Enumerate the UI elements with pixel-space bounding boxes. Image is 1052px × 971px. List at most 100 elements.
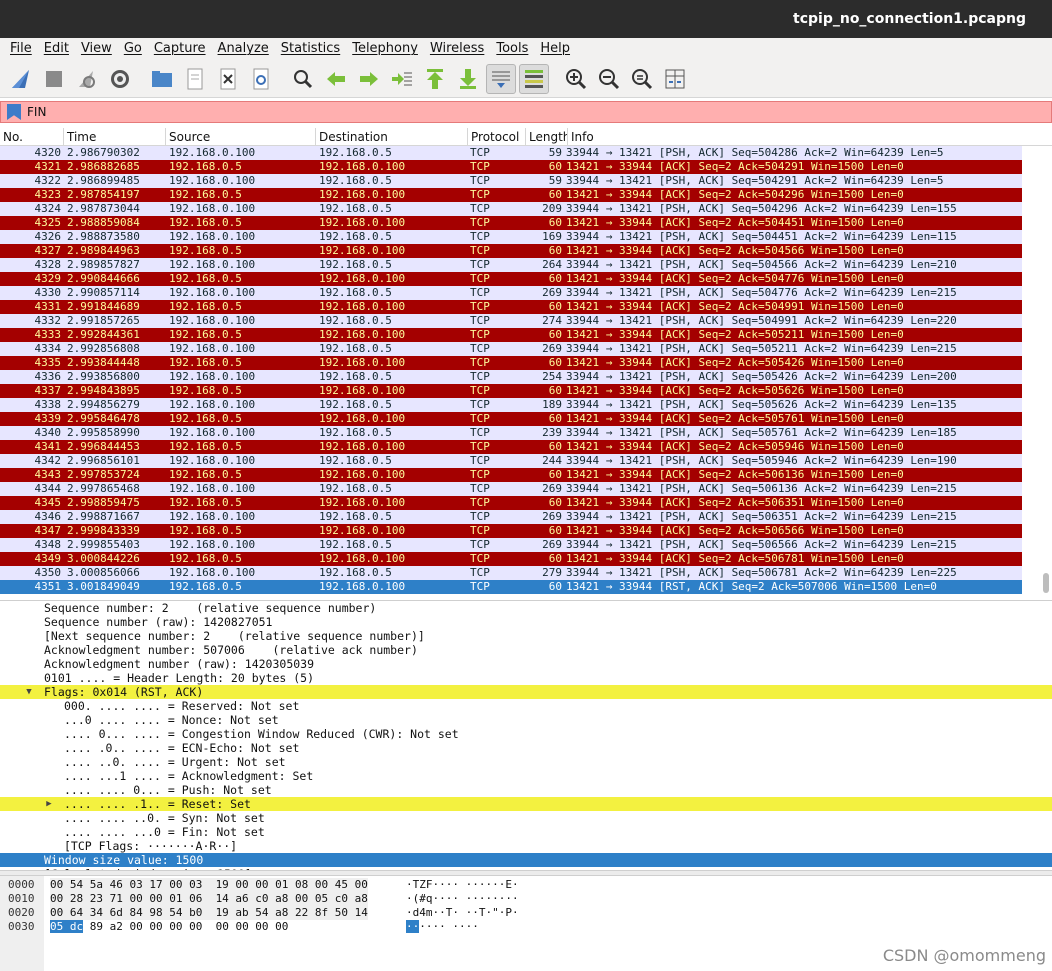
packet-row[interactable]: 4337 2.994843895 192.168.0.5 192.168.0.100 T…	[0, 384, 1022, 398]
packet-row[interactable]: 4326 2.988873580 192.168.0.100 192.168.0.5 T…	[0, 230, 1022, 244]
bookmark-icon[interactable]	[7, 104, 21, 120]
open-folder-icon[interactable]	[147, 64, 177, 94]
packet-row[interactable]: 4339 2.995846478 192.168.0.5 192.168.0.100 T…	[0, 412, 1022, 426]
bytes-ascii[interactable]: ·(#q···· ········	[406, 892, 519, 906]
detail-line[interactable]: Sequence number: 2 (relative sequence nu…	[0, 601, 1052, 615]
packet-row[interactable]: 4345 2.998859475 192.168.0.5 192.168.0.100 T…	[0, 496, 1022, 510]
detail-line[interactable]: Sequence number (raw): 1420827051	[0, 615, 1052, 629]
goto-packet-icon[interactable]	[387, 64, 417, 94]
menu-help[interactable]: Help	[534, 38, 576, 60]
packet-list-scrollbar[interactable]	[1022, 146, 1052, 595]
packet-row[interactable]: 4349 3.000844226 192.168.0.5 192.168.0.100 T…	[0, 552, 1022, 566]
column-destination[interactable]: Destination	[316, 128, 468, 145]
bytes-ascii[interactable]: ······ ····	[406, 920, 479, 934]
display-filter-bar[interactable]: FIN	[0, 101, 1052, 123]
bytes-hex[interactable]: 05 dc 89 a2 00 00 00 00 00 00 00 00	[50, 920, 288, 934]
back-arrow-icon[interactable]	[321, 64, 351, 94]
reload-icon[interactable]	[246, 64, 276, 94]
zoom-reset-icon[interactable]	[627, 64, 657, 94]
bytes-hex-selected[interactable]: 05 dc	[50, 920, 84, 933]
detail-line[interactable]: Acknowledgment number (raw): 1420305039	[0, 657, 1052, 671]
detail-line[interactable]: ▶ .... .... .1.. = Reset: Set	[0, 797, 1052, 811]
first-packet-icon[interactable]	[420, 64, 450, 94]
bytes-hex[interactable]: 00 54 5a 46 03 17 00 03 19 00 00 01 08 0…	[50, 878, 368, 892]
packet-row[interactable]: 4325 2.988859084 192.168.0.5 192.168.0.100 T…	[0, 216, 1022, 230]
autoscroll-icon[interactable]	[486, 63, 516, 94]
bytes-ascii[interactable]: ·TZF···· ······E·	[406, 878, 519, 892]
detail-line[interactable]: 0101 .... = Header Length: 20 bytes (5)	[0, 671, 1052, 685]
packet-row[interactable]: 4333 2.992844361 192.168.0.5 192.168.0.100 T…	[0, 328, 1022, 342]
menu-go[interactable]: Go	[118, 38, 148, 60]
detail-line[interactable]: .... ..0. .... = Urgent: Not set	[0, 755, 1052, 769]
menu-capture[interactable]: Capture	[148, 38, 212, 60]
menu-file[interactable]: File	[4, 38, 38, 60]
packet-row[interactable]: 4327 2.989844963 192.168.0.5 192.168.0.100 T…	[0, 244, 1022, 258]
detail-line[interactable]: .... ...1 .... = Acknowledgment: Set	[0, 769, 1052, 783]
packet-row[interactable]: 4330 2.990857114 192.168.0.100 192.168.0.5 T…	[0, 286, 1022, 300]
menu-statistics[interactable]: Statistics	[275, 38, 346, 60]
shark-fin-start-icon[interactable]	[6, 64, 36, 94]
column-time[interactable]: Time	[64, 128, 166, 145]
detail-line[interactable]: [Next sequence number: 2 (relative seque…	[0, 629, 1052, 643]
colorize-icon[interactable]	[519, 63, 549, 94]
last-packet-icon[interactable]	[453, 64, 483, 94]
packet-row[interactable]: 4341 2.996844453 192.168.0.5 192.168.0.100 T…	[0, 440, 1022, 454]
packet-row[interactable]: 4334 2.992856808 192.168.0.100 192.168.0.5 T…	[0, 342, 1022, 356]
menu-telephony[interactable]: Telephony	[346, 38, 424, 60]
packet-row[interactable]: 4351 3.001849049 192.168.0.5 192.168.0.100 T…	[0, 580, 1022, 594]
packet-row[interactable]: 4329 2.990844666 192.168.0.5 192.168.0.100 T…	[0, 272, 1022, 286]
find-icon[interactable]	[288, 64, 318, 94]
packet-row[interactable]: 4320 2.986790302 192.168.0.100 192.168.0.5 T…	[0, 146, 1022, 160]
packet-row[interactable]: 4342 2.996856101 192.168.0.100 192.168.0.5 T…	[0, 454, 1022, 468]
detail-line[interactable]: .... .... ..0. = Syn: Not set	[0, 811, 1052, 825]
detail-line[interactable]: Window size value: 1500	[0, 853, 1052, 867]
scrollbar-thumb[interactable]	[1043, 573, 1049, 593]
restart-icon[interactable]	[72, 64, 102, 94]
packet-row[interactable]: 4348 2.999855403 192.168.0.100 192.168.0.5 T…	[0, 538, 1022, 552]
resize-columns-icon[interactable]	[660, 64, 690, 94]
packet-row[interactable]: 4335 2.993844448 192.168.0.5 192.168.0.100 T…	[0, 356, 1022, 370]
detail-line[interactable]: [TCP Flags: ·······A·R··]	[0, 839, 1052, 853]
close-file-icon[interactable]	[213, 64, 243, 94]
menu-edit[interactable]: Edit	[38, 38, 75, 60]
detail-line[interactable]: Acknowledgment number: 507006 (relative …	[0, 643, 1052, 657]
packet-row[interactable]: 4346 2.998871667 192.168.0.100 192.168.0.5 T…	[0, 510, 1022, 524]
menu-analyze[interactable]: Analyze	[212, 38, 275, 60]
detail-line[interactable]: .... .... 0... = Push: Not set	[0, 783, 1052, 797]
bytes-hex[interactable]: 00 28 23 71 00 00 01 06 14 a6 c0 a8 00 0…	[50, 892, 368, 906]
detail-line[interactable]: .... .... ...0 = Fin: Not set	[0, 825, 1052, 839]
packet-row[interactable]: 4323 2.987854197 192.168.0.5 192.168.0.100 T…	[0, 188, 1022, 202]
packet-row[interactable]: 4331 2.991844689 192.168.0.5 192.168.0.100 T…	[0, 300, 1022, 314]
menu-wireless[interactable]: Wireless	[424, 38, 490, 60]
packet-row[interactable]: 4343 2.997853724 192.168.0.5 192.168.0.100 T…	[0, 468, 1022, 482]
detail-line[interactable]: ▼ Flags: 0x014 (RST, ACK)	[0, 685, 1052, 699]
zoom-in-icon[interactable]	[561, 64, 591, 94]
stop-icon[interactable]	[39, 64, 69, 94]
display-filter-input[interactable]: FIN	[27, 105, 46, 119]
zoom-out-icon[interactable]	[594, 64, 624, 94]
detail-line[interactable]: .... .0.. .... = ECN-Echo: Not set	[0, 741, 1052, 755]
menu-tools[interactable]: Tools	[490, 38, 534, 60]
bytes-ascii-selected[interactable]: ··	[406, 920, 420, 933]
packet-row[interactable]: 4328 2.989857827 192.168.0.100 192.168.0.5 T…	[0, 258, 1022, 272]
options-gear-icon[interactable]	[105, 64, 135, 94]
forward-arrow-icon[interactable]	[354, 64, 384, 94]
bytes-ascii[interactable]: ·d4m··T· ··T·"·P·	[406, 906, 519, 920]
expanded-arrow-icon[interactable]: ▼	[24, 685, 34, 699]
bytes-hex[interactable]: 00 64 34 6d 84 98 54 b0 19 ab 54 a8 22 8…	[50, 906, 368, 920]
packet-row[interactable]: 4322 2.986899485 192.168.0.100 192.168.0.5 T…	[0, 174, 1022, 188]
save-file-icon[interactable]	[180, 64, 210, 94]
detail-line[interactable]: 000. .... .... = Reserved: Not set	[0, 699, 1052, 713]
column-protocol[interactable]: Protocol	[468, 128, 526, 145]
column-length[interactable]: Length	[526, 128, 568, 145]
detail-line[interactable]: .... 0... .... = Congestion Window Reduc…	[0, 727, 1052, 741]
column-info[interactable]: Info	[568, 128, 1024, 145]
packet-row[interactable]: 4347 2.999843339 192.168.0.5 192.168.0.100 T…	[0, 524, 1022, 538]
packet-row[interactable]: 4340 2.995858990 192.168.0.100 192.168.0.5 T…	[0, 426, 1022, 440]
collapsed-arrow-icon[interactable]: ▶	[44, 797, 54, 811]
detail-line[interactable]: ...0 .... .... = Nonce: Not set	[0, 713, 1052, 727]
packet-row[interactable]: 4332 2.991857265 192.168.0.100 192.168.0.5 T…	[0, 314, 1022, 328]
packet-row[interactable]: 4321 2.986882685 192.168.0.5 192.168.0.100 T…	[0, 160, 1022, 174]
column-source[interactable]: Source	[166, 128, 316, 145]
packet-row[interactable]: 4336 2.993856800 192.168.0.100 192.168.0.5 T…	[0, 370, 1022, 384]
